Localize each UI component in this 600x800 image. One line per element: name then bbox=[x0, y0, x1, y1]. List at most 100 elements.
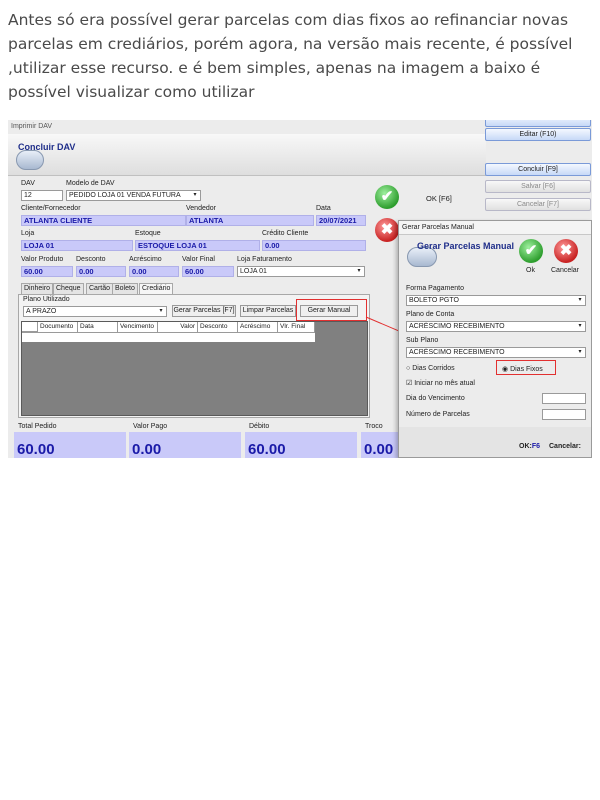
valor-final-field[interactable]: 60.00 bbox=[182, 266, 234, 277]
grid-col-data[interactable]: Data bbox=[78, 322, 118, 332]
valor-produto-field[interactable]: 60.00 bbox=[21, 266, 73, 277]
dias-corridos-radio[interactable]: ○ Dias Corridos bbox=[406, 365, 455, 372]
estoque-field[interactable]: ESTOQUE LOJA 01 bbox=[135, 240, 260, 251]
print-icon bbox=[16, 150, 44, 170]
valor-final-label: Valor Final bbox=[182, 256, 215, 263]
debito-value: 60.00 bbox=[245, 432, 357, 458]
chevron-down-icon: ▾ bbox=[193, 192, 197, 198]
cancel-x-icon[interactable]: ✖ bbox=[375, 218, 399, 242]
desconto-field[interactable]: 0.00 bbox=[76, 266, 126, 277]
acrescimo-label: Acréscimo bbox=[129, 256, 162, 263]
concluir-button[interactable]: Concluir [F9] bbox=[485, 163, 591, 176]
valor-pago-value: 0.00 bbox=[129, 432, 241, 458]
dias-fixos-highlight bbox=[496, 360, 556, 375]
modelo-select[interactable]: PEDIDO LOJA 01 VENDA FUTURA ▾ bbox=[66, 190, 201, 201]
dav-label: DAV bbox=[21, 180, 35, 187]
chevron-down-icon: ▾ bbox=[578, 323, 582, 329]
credito-label: Crédito Cliente bbox=[262, 230, 309, 237]
troco-value: 0.00 bbox=[361, 432, 401, 458]
iniciar-label: Iniciar no mês atual bbox=[414, 380, 475, 387]
dialog-heading: Gerar Parcelas Manual bbox=[417, 241, 515, 251]
total-pedido-value: 60.00 bbox=[14, 432, 126, 458]
dialog-ok-icon[interactable]: ✔ bbox=[519, 239, 543, 263]
acrescimo-field[interactable]: 0.00 bbox=[129, 266, 179, 277]
top-right-cut-button[interactable] bbox=[485, 120, 591, 127]
sub-plano-label: Sub Plano bbox=[406, 337, 439, 344]
intro-paragraph: Antes só era possível gerar parcelas com… bbox=[8, 11, 573, 101]
plano-conta-select[interactable]: ACRÉSCIMO RECEBIMENTO ▾ bbox=[406, 321, 586, 332]
gerar-parcelas-dialog: Gerar Parcelas Manual Gerar Parcelas Man… bbox=[398, 220, 592, 458]
plano-select[interactable]: A PRAZO ▾ bbox=[23, 306, 167, 317]
dia-vencimento-label: Dia do Vencimento bbox=[406, 395, 465, 402]
dias-corridos-label: Dias Corridos bbox=[412, 365, 455, 372]
grid-row[interactable] bbox=[22, 332, 315, 342]
valor-pago-label: Valor Pago bbox=[133, 423, 168, 430]
cliente-label: Cliente/Fornecedor bbox=[21, 205, 81, 212]
iniciar-checkbox[interactable]: ☑ Iniciar no mês atual bbox=[406, 379, 475, 387]
total-pedido-label: Total Pedido bbox=[18, 423, 57, 430]
desconto-label: Desconto bbox=[76, 256, 106, 263]
vendedor-label: Vendedor bbox=[186, 205, 216, 212]
ok-button-label[interactable]: OK [F6] bbox=[426, 194, 452, 203]
gerar-manual-highlight bbox=[296, 299, 367, 321]
loja-field[interactable]: LOJA 01 bbox=[21, 240, 133, 251]
limpar-parcelas-button[interactable]: Limpar Parcelas bbox=[240, 305, 296, 317]
dialog-title: Gerar Parcelas Manual bbox=[399, 221, 591, 235]
troco-label: Troco bbox=[365, 423, 383, 430]
header-band bbox=[8, 134, 486, 176]
cancelar-button[interactable]: Cancelar [F7] bbox=[485, 198, 591, 211]
grid-header-stub bbox=[22, 322, 38, 332]
dialog-cancel-icon[interactable]: ✖ bbox=[554, 239, 578, 263]
dav-field[interactable]: 12 bbox=[21, 190, 63, 201]
estoque-label: Estoque bbox=[135, 230, 161, 237]
footer-ok-shortcut[interactable]: OK:F6 bbox=[519, 443, 540, 450]
data-field[interactable]: 20/07/2021 bbox=[316, 215, 366, 226]
data-label: Data bbox=[316, 205, 331, 212]
window-heading: Concluir DAV bbox=[18, 142, 76, 152]
plano-conta-label: Plano de Conta bbox=[406, 311, 455, 318]
debito-label: Débito bbox=[249, 423, 270, 430]
tab-crediario[interactable]: Crediário bbox=[139, 283, 174, 294]
grid-col-acrescimo[interactable]: Acréscimo bbox=[238, 322, 278, 332]
gerar-parcelas-button[interactable]: Gerar Parcelas [F7] bbox=[172, 305, 236, 317]
forma-select[interactable]: BOLETO PGTO ▾ bbox=[406, 295, 586, 306]
parcelas-grid: Documento Data Vencimento Valor Desconto… bbox=[21, 321, 368, 416]
vendedor-field[interactable]: ATLANTA bbox=[186, 215, 314, 226]
tab-boleto[interactable]: Boleto bbox=[112, 283, 138, 294]
credito-field[interactable]: 0.00 bbox=[262, 240, 366, 251]
plano-label: Plano Utilizado bbox=[23, 296, 70, 303]
dialog-footer bbox=[399, 427, 591, 457]
grid-col-documento[interactable]: Documento bbox=[38, 322, 78, 332]
tab-cheque[interactable]: Cheque bbox=[53, 283, 84, 294]
grid-header: Documento Data Vencimento Valor Desconto… bbox=[22, 322, 315, 342]
grid-col-vencimento[interactable]: Vencimento bbox=[118, 322, 158, 332]
tab-cartao[interactable]: Cartão bbox=[86, 283, 114, 294]
dialog-ok-label[interactable]: Ok bbox=[526, 267, 535, 274]
dialog-cancel-label[interactable]: Cancelar bbox=[551, 267, 579, 274]
cliente-field[interactable]: ATLANTA CLIENTE bbox=[21, 215, 186, 226]
sub-plano-select[interactable]: ACRÉSCIMO RECEBIMENTO ▾ bbox=[406, 347, 586, 358]
tab-dinheiro[interactable]: Dinheiro bbox=[21, 283, 54, 294]
loja-label: Loja bbox=[21, 230, 35, 237]
valor-produto-label: Valor Produto bbox=[21, 256, 64, 263]
numero-parcelas-label: Número de Parcelas bbox=[406, 411, 470, 418]
grid-col-valor[interactable]: Valor bbox=[158, 322, 198, 332]
loja-faturamento-label: Loja Faturamento bbox=[237, 256, 292, 263]
chevron-down-icon: ▾ bbox=[578, 349, 582, 355]
modelo-label: Modelo de DAV bbox=[66, 180, 115, 187]
grid-col-desconto[interactable]: Desconto bbox=[198, 322, 238, 332]
chevron-down-icon: ▾ bbox=[357, 268, 361, 274]
salvar-button[interactable]: Salvar [F6] bbox=[485, 180, 591, 193]
chevron-down-icon: ▾ bbox=[159, 308, 163, 314]
footer-cancel-shortcut[interactable]: Cancelar: bbox=[549, 443, 581, 450]
editar-button[interactable]: Editar (F10) bbox=[485, 128, 591, 141]
ok-check-icon[interactable]: ✔ bbox=[375, 185, 399, 209]
numero-parcelas-input[interactable] bbox=[542, 409, 586, 420]
grid-col-vlr-final[interactable]: Vlr. Final bbox=[278, 322, 315, 332]
screenshot-image: Imprimir DAV Concluir DAV DAV 12 Modelo … bbox=[8, 120, 592, 458]
loja-faturamento-select[interactable]: LOJA 01 ▾ bbox=[237, 266, 365, 277]
chevron-down-icon: ▾ bbox=[578, 297, 582, 303]
forma-label: Forma Pagamento bbox=[406, 285, 464, 292]
window-title: Imprimir DAV bbox=[11, 123, 53, 130]
dia-vencimento-input[interactable] bbox=[542, 393, 586, 404]
